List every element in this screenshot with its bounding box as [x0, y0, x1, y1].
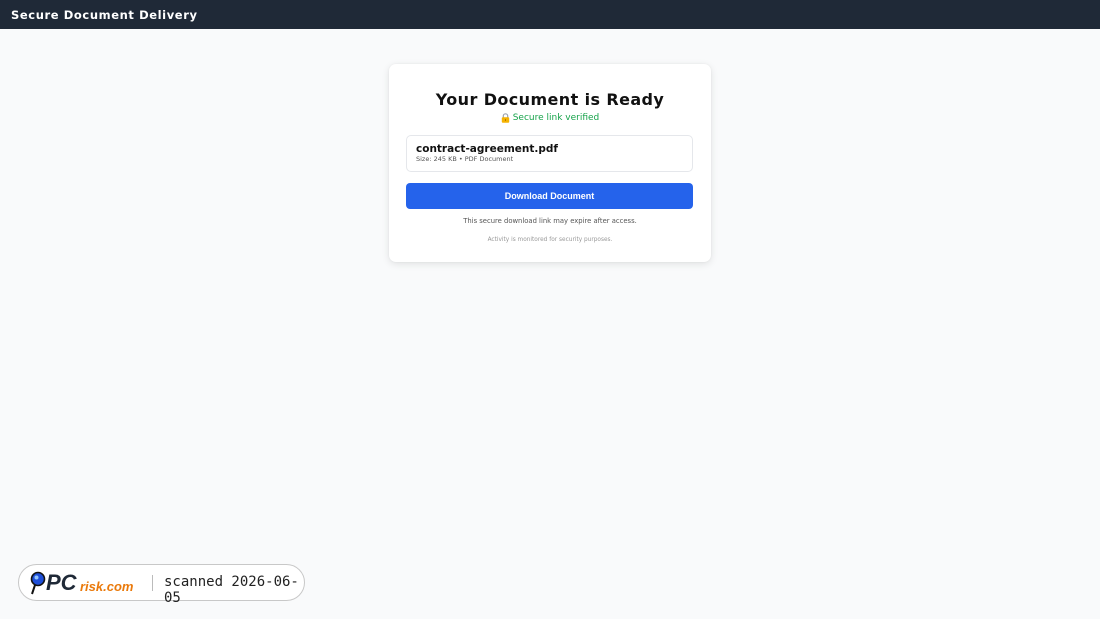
- lock-icon: [501, 113, 510, 123]
- expire-note: This secure download link may expire aft…: [463, 217, 637, 225]
- monitor-note: Activity is monitored for security purpo…: [487, 237, 613, 243]
- svg-text:PC: PC: [46, 570, 78, 595]
- pcrisk-logo: PC risk.com: [29, 570, 147, 596]
- top-bar: Secure Document Delivery: [0, 0, 1100, 29]
- scan-stamp: PC risk.com scanned 2026-06-05: [18, 564, 305, 606]
- file-name: contract-agreement.pdf: [416, 143, 558, 155]
- svg-text:risk.com: risk.com: [80, 579, 134, 594]
- stamp-divider: [152, 575, 153, 591]
- file-info-box: contract-agreement.pdf Size: 245 KB • PD…: [406, 135, 693, 172]
- site-title: Secure Document Delivery: [11, 7, 198, 22]
- card-title: Your Document is Ready: [435, 90, 665, 109]
- verified-status: Secure link verified: [389, 113, 711, 123]
- verified-text: Secure link verified: [512, 113, 600, 123]
- file-meta: Size: 245 KB • PDF Document: [416, 155, 514, 163]
- download-button[interactable]: Download Document: [406, 183, 693, 209]
- scan-date: scanned 2026-06-05: [164, 574, 299, 606]
- document-card: Your Document is Ready Secure link verif…: [389, 64, 711, 262]
